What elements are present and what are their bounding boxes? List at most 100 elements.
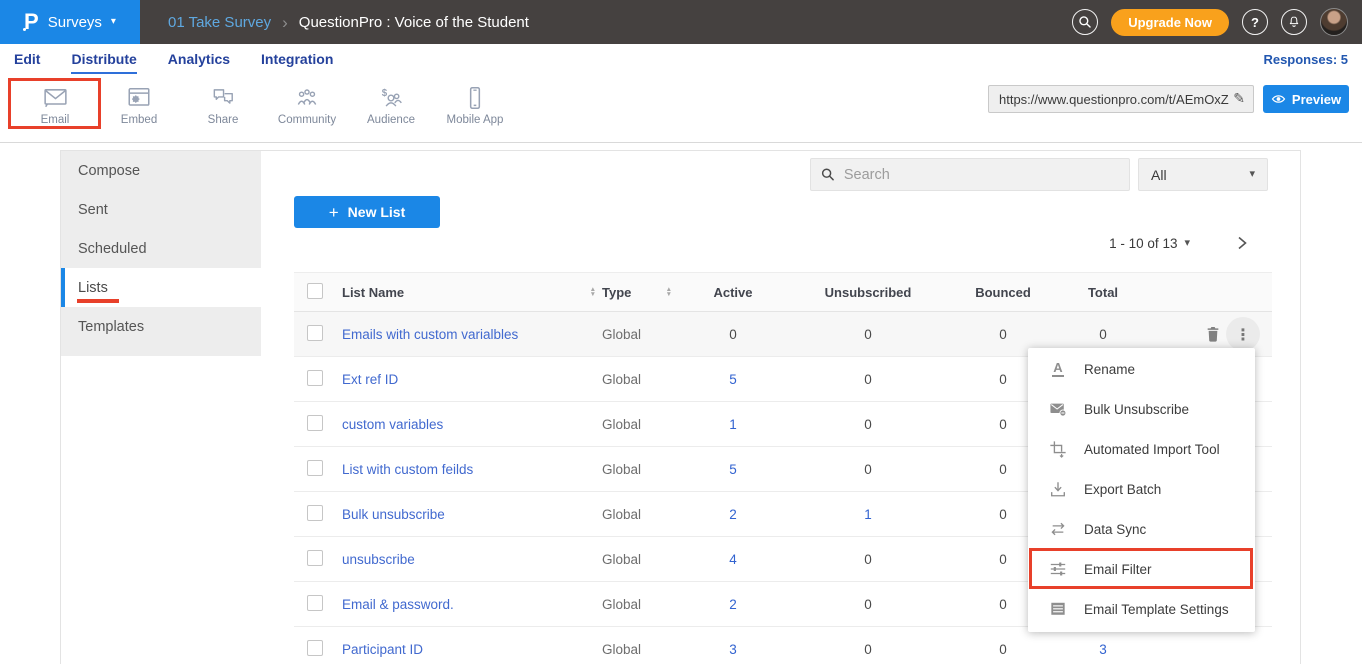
distribute-toolbar: Email Embed Share Community $ Audience M… [0,75,1362,143]
menu-item-data-sync[interactable]: Data Sync [1028,509,1255,549]
channel-share[interactable]: Share [181,79,265,133]
edit-url-icon[interactable]: ✎ [1233,91,1245,107]
active-count[interactable]: 0 [678,327,788,342]
tab-edit[interactable]: Edit [14,51,40,72]
unsubscribed-count[interactable]: 0 [788,552,948,567]
active-count[interactable]: 5 [678,462,788,477]
channel-community[interactable]: Community [265,79,349,133]
user-avatar[interactable] [1320,8,1348,36]
email-icon [42,86,69,110]
list-name-link[interactable]: List with custom feilds [342,462,473,477]
help-button[interactable]: ? [1242,9,1268,35]
search-icon [1078,15,1092,29]
annotation-lists-underline [77,299,119,303]
active-count[interactable]: 2 [678,507,788,522]
menu-item-rename[interactable]: A Rename [1028,349,1255,389]
active-count[interactable]: 3 [678,642,788,657]
list-name-link[interactable]: Bulk unsubscribe [342,507,445,522]
row-checkbox[interactable] [307,595,323,611]
total-count[interactable]: 3 [1058,642,1148,657]
search-input[interactable] [844,167,1119,183]
menu-item-automated-import-tool[interactable]: Automated Import Tool [1028,429,1255,469]
sidebar-item-scheduled[interactable]: Scheduled [61,229,261,268]
export-batch-icon [1048,480,1068,498]
menu-item-email-template-settings[interactable]: Email Template Settings [1028,589,1255,629]
list-name-link[interactable]: custom variables [342,417,443,432]
active-count[interactable]: 4 [678,552,788,567]
select-all-checkbox[interactable] [307,283,323,299]
unsubscribed-count[interactable]: 0 [788,642,948,657]
search-button[interactable] [1072,9,1098,35]
breadcrumb: 01 Take Survey › QuestionPro : Voice of … [168,14,529,31]
sort-list-name-icon[interactable]: ▲▼ [590,287,596,297]
channel-mobile-app[interactable]: Mobile App [433,79,517,133]
surveys-product-menu[interactable]: P Surveys ▾ [0,0,140,44]
menu-item-export-batch[interactable]: Export Batch [1028,469,1255,509]
channel-audience[interactable]: $ Audience [349,79,433,133]
email-filter-icon [1048,560,1068,578]
active-count[interactable]: 1 [678,417,788,432]
unsubscribed-count[interactable]: 0 [788,372,948,387]
sort-type-icon[interactable]: ▲▼ [666,287,672,297]
channel-embed[interactable]: Embed [97,79,181,133]
questionpro-logo: P [24,11,39,33]
audience-icon: $ [378,86,404,110]
row-checkbox[interactable] [307,550,323,566]
active-count[interactable]: 5 [678,372,788,387]
list-name-link[interactable]: unsubscribe [342,552,415,567]
list-name-link[interactable]: Email & password. [342,597,454,612]
unsubscribed-count[interactable]: 0 [788,597,948,612]
tab-distribute[interactable]: Distribute [71,51,136,74]
row-checkbox[interactable] [307,415,323,431]
list-name-link[interactable]: Emails with custom varialbles [342,327,518,342]
channel-label: Community [278,114,336,126]
breadcrumb-separator-icon: › [282,14,288,31]
unsubscribed-count[interactable]: 0 [788,462,948,477]
sidebar-item-compose[interactable]: Compose [61,151,261,190]
row-checkbox[interactable] [307,325,323,341]
unsubscribed-count[interactable]: 0 [788,327,948,342]
list-name-link[interactable]: Ext ref ID [342,372,398,387]
bell-icon [1287,15,1301,29]
sidebar-item-templates[interactable]: Templates [61,307,261,346]
breadcrumb-survey-link[interactable]: 01 Take Survey [168,14,271,31]
survey-url-field[interactable]: https://www.questionpro.com/t/AEmOxZ ✎ [988,85,1254,113]
tab-analytics[interactable]: Analytics [168,51,230,72]
unsubscribed-count[interactable]: 1 [788,507,948,522]
menu-item-email-filter[interactable]: Email Filter [1028,549,1255,589]
list-search-box[interactable] [810,158,1130,191]
survey-title: QuestionPro : Voice of the Student [299,14,529,31]
upgrade-now-button[interactable]: Upgrade Now [1111,9,1229,36]
delete-list-icon[interactable] [1205,325,1221,343]
sidebar-item-sent[interactable]: Sent [61,190,261,229]
list-name-link[interactable]: Participant ID [342,642,423,657]
list-type-dropdown[interactable]: All ▾ [1138,158,1268,191]
sidebar-item-label: Lists [78,280,108,296]
total-count[interactable]: 0 [1058,327,1148,342]
responses-count[interactable]: Responses: 5 [1263,52,1348,67]
row-checkbox[interactable] [307,640,323,656]
channel-email[interactable]: Email [13,79,97,133]
row-menu-button[interactable]: ⋮ [1226,317,1260,351]
community-icon [294,86,320,110]
bounced-count[interactable]: 0 [948,327,1058,342]
bounced-count[interactable]: 0 [948,642,1058,657]
menu-item-bulk-unsubscribe[interactable]: Bulk Unsubscribe [1028,389,1255,429]
eye-icon [1271,93,1286,105]
list-type-value: All [1151,167,1167,183]
active-count[interactable]: 2 [678,597,788,612]
header-list-name: List Name [342,285,404,300]
sidebar-item-lists[interactable]: Lists [61,268,261,307]
next-page-button[interactable] [1234,235,1250,251]
row-checkbox[interactable] [307,505,323,521]
row-checkbox[interactable] [307,460,323,476]
notifications-button[interactable] [1281,9,1307,35]
row-checkbox[interactable] [307,370,323,386]
sidebar-spacer [61,346,261,356]
survey-nav-tabs: Edit Distribute Analytics Integration Re… [0,44,1362,75]
unsubscribed-count[interactable]: 0 [788,417,948,432]
preview-button[interactable]: Preview [1263,85,1349,113]
pagination-dropdown-icon[interactable]: ▾ [1184,238,1190,249]
new-list-button[interactable]: + New List [294,196,440,228]
tab-integration[interactable]: Integration [261,51,333,72]
